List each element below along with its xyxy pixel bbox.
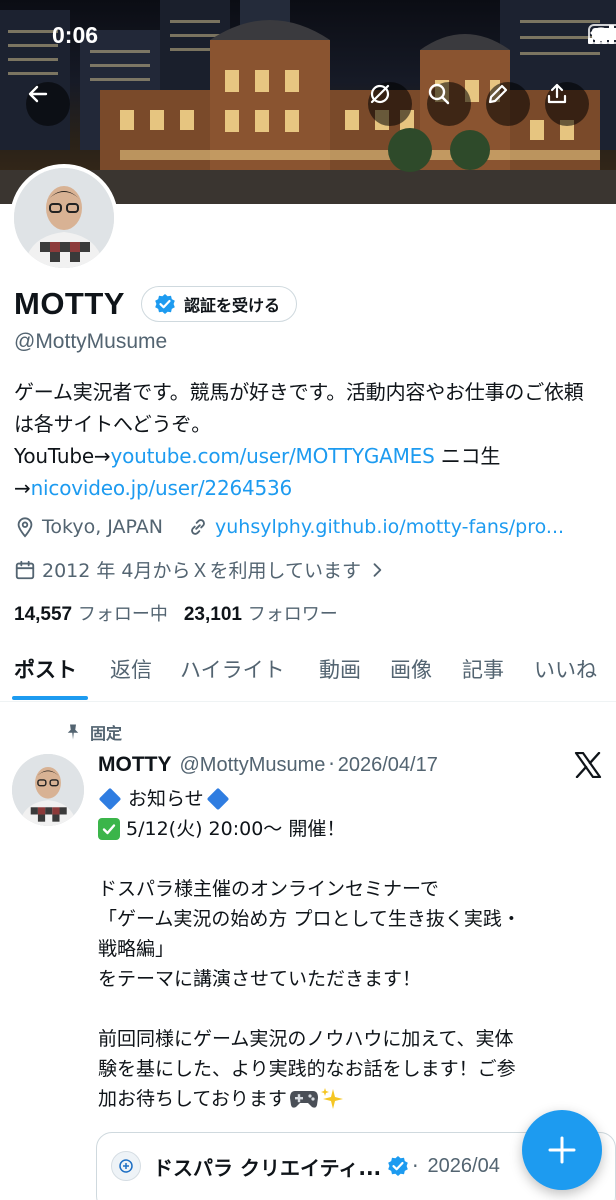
- tab-likes[interactable]: いいね: [534, 654, 597, 684]
- quoted-post-separator: ·: [412, 1154, 419, 1178]
- x-logo-icon[interactable]: [574, 752, 602, 778]
- check-mark-emoji: [98, 818, 120, 840]
- profile-website-link[interactable]: yuhsylphy.github.io/motty-fans/pro...: [215, 516, 564, 538]
- blue-diamond-emoji: [206, 787, 229, 811]
- profile-avatar[interactable]: [10, 164, 118, 272]
- blue-diamond-emoji: [98, 787, 122, 811]
- dospara-logo-icon: [119, 1159, 133, 1173]
- post-line-text: 加お待ちしております: [98, 1088, 287, 1110]
- post-line-text: 5/12(火) 20:00～ 開催！: [126, 818, 346, 840]
- tab-images[interactable]: 画像: [390, 654, 432, 684]
- follow-counts: 14,557 フォロー中 23,101 フォロワー: [14, 600, 338, 626]
- share-icon: [547, 83, 567, 104]
- post-body: お知らせ 5/12(火) 20:00～ 開催！ ドスパラ様主催のオンラインセミナ…: [98, 784, 598, 1114]
- post-author-name[interactable]: MOTTY: [98, 753, 172, 777]
- plus-icon: [548, 1136, 576, 1164]
- share-button[interactable]: [545, 82, 589, 126]
- avatar-image: [14, 168, 114, 268]
- joined-row[interactable]: 2012 年 4月からＸを利用しています: [14, 556, 393, 583]
- tab-replies[interactable]: 返信: [110, 654, 152, 684]
- following-stat[interactable]: 14,557 フォロー中: [14, 600, 168, 626]
- display-name: MOTTY: [14, 286, 125, 321]
- quoted-post-date: 2026/04: [427, 1154, 500, 1177]
- profile-location: Tokyo, JAPAN: [42, 516, 163, 538]
- post-line: をテーマに講演させていただきます！: [98, 968, 422, 990]
- verified-badge-icon: [388, 1156, 408, 1176]
- post-line: 「ゲーム実況の始め方 プロとして生き抜く実践・: [98, 908, 521, 930]
- verified-badge-icon: [155, 294, 175, 314]
- profile-tabs: ポスト 返信 ハイライト 動画 画像 記事 いいね: [0, 640, 616, 702]
- post-header: MOTTY @MottyMusume · 2026/04/17: [98, 752, 438, 777]
- calendar-icon: [15, 560, 35, 579]
- post-line-text: お知らせ: [128, 788, 204, 810]
- quoted-account-name: ドスパラ クリエイティ...: [153, 1155, 382, 1180]
- battery-icon: [588, 24, 616, 44]
- following-label: フォロー中: [77, 604, 168, 625]
- get-verified-label: 認証を受ける: [184, 296, 281, 315]
- name-row: MOTTY 認証を受ける: [14, 286, 298, 322]
- tab-posts[interactable]: ポスト: [14, 654, 77, 684]
- sparkles-emoji: [320, 1088, 343, 1109]
- back-arrow-icon: [28, 85, 48, 103]
- joined-date: 2012 年 4月からＸを利用しています: [42, 560, 361, 582]
- tab-highlights[interactable]: ハイライト: [180, 654, 285, 684]
- back-button[interactable]: [26, 82, 70, 126]
- following-count: 14,557: [14, 604, 73, 625]
- followers-count: 23,101: [183, 604, 242, 625]
- post-line: 戦略編」: [98, 938, 175, 960]
- compose-post-button[interactable]: [522, 1110, 602, 1190]
- tab-videos[interactable]: 動画: [319, 654, 361, 684]
- pin-icon: [67, 724, 79, 740]
- edit-button[interactable]: [486, 82, 530, 126]
- post-line: お知らせ: [98, 784, 598, 814]
- post-line: 験を基にした、より実践的なお話をします！ご参: [98, 1058, 516, 1080]
- search-button[interactable]: [427, 82, 471, 126]
- profile-meta-row: Tokyo, JAPAN yuhsylphy.github.io/motty-f…: [14, 516, 564, 538]
- profile-handle: @MottyMusume: [14, 330, 168, 353]
- post-line: 加お待ちしております: [98, 1084, 598, 1114]
- status-bar: 0:06: [0, 0, 616, 70]
- edit-icon: [488, 84, 508, 104]
- quoted-post-header: ドスパラ クリエイティ... · 2026/04: [111, 1151, 500, 1181]
- status-time: 0:06: [52, 22, 99, 48]
- post-avatar[interactable]: [12, 754, 84, 826]
- post-line: 前回同様にゲーム実況のノウハウに加えて、実体: [98, 1028, 514, 1050]
- bio-nicovideo-link[interactable]: nicovideo.jp/user/2264536: [31, 476, 293, 500]
- profile-bio: ゲーム実況者です。競馬が好きです。活動内容やお仕事のご依頼は各サイトへどうぞ。Y…: [14, 376, 594, 504]
- link-icon: [191, 519, 205, 535]
- gamepad-emoji: [289, 1091, 318, 1108]
- post-author-handle[interactable]: @MottyMusume: [180, 754, 326, 777]
- post-separator: ·: [328, 752, 335, 776]
- followers-stat[interactable]: 23,101 フォロワー: [184, 600, 338, 626]
- grok-button[interactable]: [368, 82, 412, 126]
- pinned-indicator: 固定: [64, 720, 122, 744]
- followers-label: フォロワー: [247, 604, 338, 625]
- grok-icon: [370, 84, 390, 104]
- location-pin-icon: [17, 517, 33, 538]
- chevron-right-icon: [373, 562, 382, 577]
- post-date[interactable]: 2026/04/17: [338, 754, 438, 777]
- tab-articles[interactable]: 記事: [462, 654, 504, 684]
- bio-youtube-link[interactable]: youtube.com/user/MOTTYGAMES: [111, 444, 435, 468]
- search-icon: [428, 83, 450, 105]
- active-tab-indicator: [12, 696, 88, 700]
- get-verified-button[interactable]: 認証を受ける: [141, 286, 298, 322]
- post-line: ドスパラ様主催のオンラインセミナーで: [98, 878, 439, 900]
- post-line: 5/12(火) 20:00～ 開催！: [98, 814, 598, 844]
- quoted-account-avatar: [111, 1151, 141, 1181]
- post-avatar-image: [12, 754, 84, 826]
- pinned-label: 固定: [90, 724, 123, 743]
